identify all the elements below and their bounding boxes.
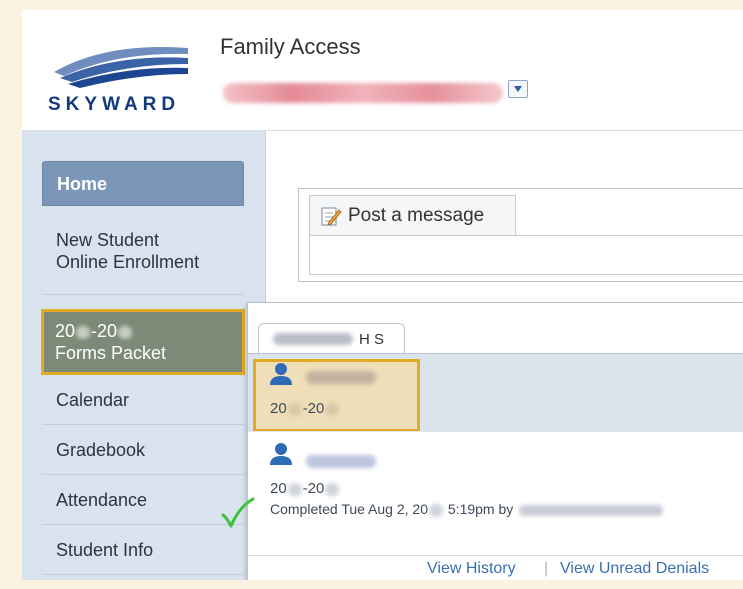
- skyward-logo: SKYWARD: [48, 47, 188, 114]
- app-title: Family Access: [220, 34, 361, 59]
- sidebar-item-attendance[interactable]: Attendance: [42, 475, 244, 525]
- popup-footer: View History | View Unread Denials: [248, 555, 743, 580]
- post-message-button[interactable]: Post a message: [309, 195, 516, 235]
- redacted-student-name: [306, 455, 376, 468]
- sidebar-item-label: Student Info: [56, 539, 154, 560]
- sidebar-item-label: Home: [57, 173, 108, 194]
- post-message-label: Post a message: [348, 204, 485, 226]
- tab-school[interactable]: H S: [258, 323, 405, 354]
- message-panel: Post a message: [298, 188, 743, 282]
- view-history-link[interactable]: View History: [427, 560, 516, 578]
- header: SKYWARD Family Access: [22, 10, 743, 131]
- completion-status: Completed Tue Aug 2, 20 5:19pm by: [270, 501, 664, 517]
- separator: |: [544, 560, 549, 577]
- chevron-down-icon: [514, 86, 522, 92]
- person-icon: [270, 363, 292, 385]
- sidebar-item-label: 20 -20 Forms Packet: [55, 321, 167, 363]
- svg-text:SKYWARD: SKYWARD: [48, 94, 180, 114]
- app-window: SKYWARD Family Access Home New Student O…: [22, 10, 743, 580]
- sidebar-item-gradebook[interactable]: Gradebook: [42, 425, 244, 475]
- sidebar-item-student-info[interactable]: Student Info: [42, 525, 244, 575]
- student-year: 20 -20: [270, 480, 340, 497]
- sidebar-item-calendar[interactable]: Calendar: [42, 375, 244, 425]
- student-year: 20 -20: [270, 400, 340, 417]
- view-unread-denials-link[interactable]: View Unread Denials: [560, 560, 709, 578]
- sidebar-item-forms-packet[interactable]: 20 -20 Forms Packet: [41, 309, 245, 375]
- redacted-user-name: [223, 83, 503, 103]
- sidebar-item-label: Gradebook: [56, 439, 146, 460]
- person-icon: [270, 443, 292, 465]
- sidebar-item-label: Calendar: [56, 389, 130, 410]
- forms-packet-popup: H S 20 -20 20 -20 Completed Tue Aug 2, 20 …: [247, 302, 743, 580]
- sidebar-item-label: New Student Online Enrollment: [56, 229, 200, 272]
- sidebar-item-home[interactable]: Home: [42, 161, 244, 206]
- sidebar-item-label: Attendance: [56, 489, 148, 510]
- message-input-area[interactable]: [309, 235, 743, 275]
- redacted-school-name: [273, 333, 353, 345]
- sidebar-item-new-student-online-enrollment[interactable]: New Student Online Enrollment: [42, 207, 244, 295]
- account-dropdown-button[interactable]: [508, 80, 528, 98]
- school-tab-label: H S: [359, 330, 385, 348]
- edit-note-icon: [321, 207, 342, 226]
- checkmark-icon: [221, 497, 255, 528]
- redacted-student-name: [306, 371, 376, 384]
